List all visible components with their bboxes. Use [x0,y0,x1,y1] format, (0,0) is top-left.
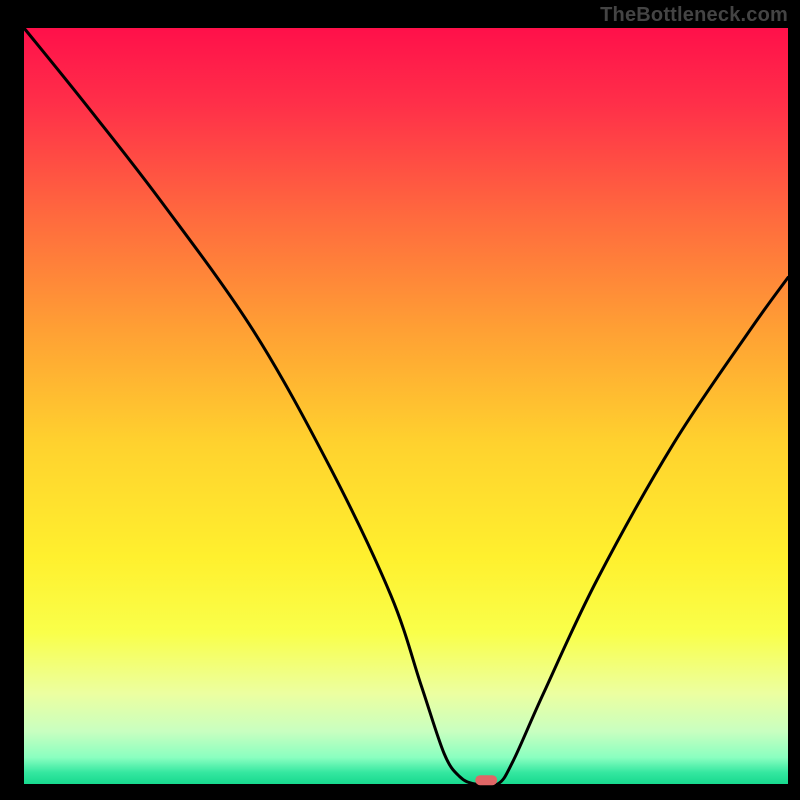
plot-background [24,28,788,784]
watermark-text: TheBottleneck.com [600,4,788,27]
optimal-point-marker [475,775,497,785]
chart-container: TheBottleneck.com [0,0,800,800]
bottleneck-chart [0,0,800,800]
